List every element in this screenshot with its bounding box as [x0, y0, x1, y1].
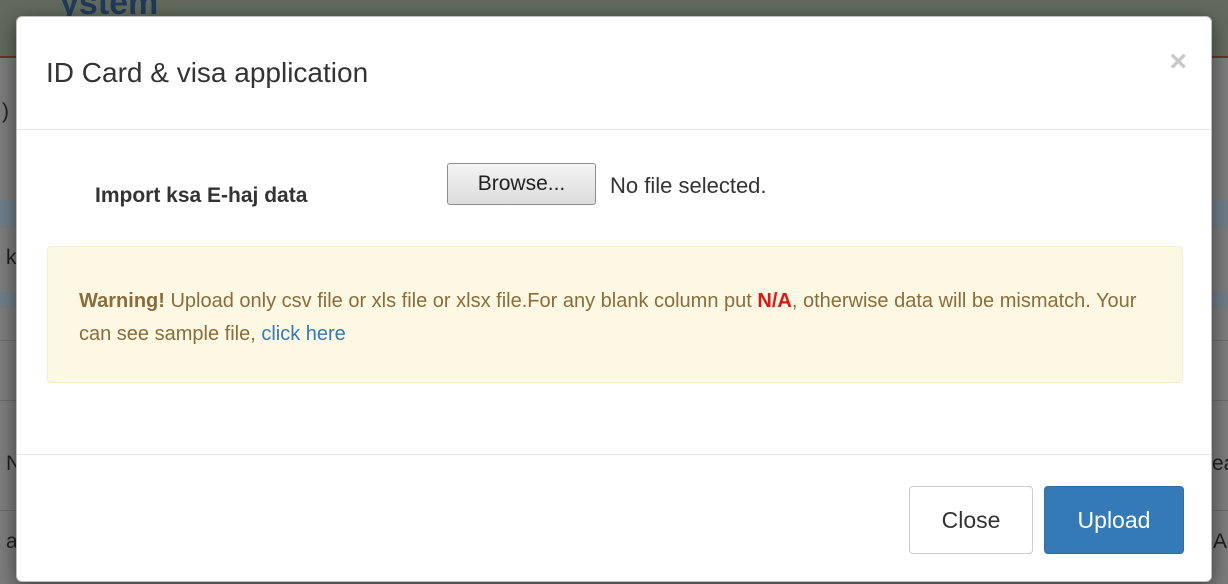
close-icon[interactable]: × — [1169, 47, 1187, 77]
modal-header: ID Card & visa application × — [17, 17, 1211, 130]
close-button[interactable]: Close — [909, 486, 1033, 554]
modal-footer: Close Upload — [17, 454, 1211, 581]
id-card-visa-modal: ID Card & visa application × Import ksa … — [16, 16, 1212, 582]
modal-title: ID Card & visa application — [46, 57, 369, 88]
warning-alert: Warning! Upload only csv file or xls fil… — [47, 246, 1183, 383]
file-browse-button[interactable]: Browse... — [447, 163, 596, 205]
background-text-fragment: ) — [2, 100, 9, 123]
sample-file-link[interactable]: click here — [261, 323, 345, 345]
background-text-fragment: ea — [1212, 452, 1228, 475]
warning-label: Warning! — [79, 290, 165, 312]
warning-text: Upload only csv file or xls file or xlsx… — [164, 290, 758, 312]
file-status-text: No file selected. — [610, 173, 767, 198]
upload-button[interactable]: Upload — [1044, 486, 1184, 554]
background-text-fragment: k — [6, 246, 17, 269]
modal-body: Import ksa E-haj data Browse... No file … — [17, 130, 1211, 454]
import-ksa-ehaj-label: Import ksa E-haj data — [95, 184, 308, 207]
na-highlight: N/A — [757, 290, 792, 312]
background-text-fragment: A — [1213, 530, 1228, 553]
